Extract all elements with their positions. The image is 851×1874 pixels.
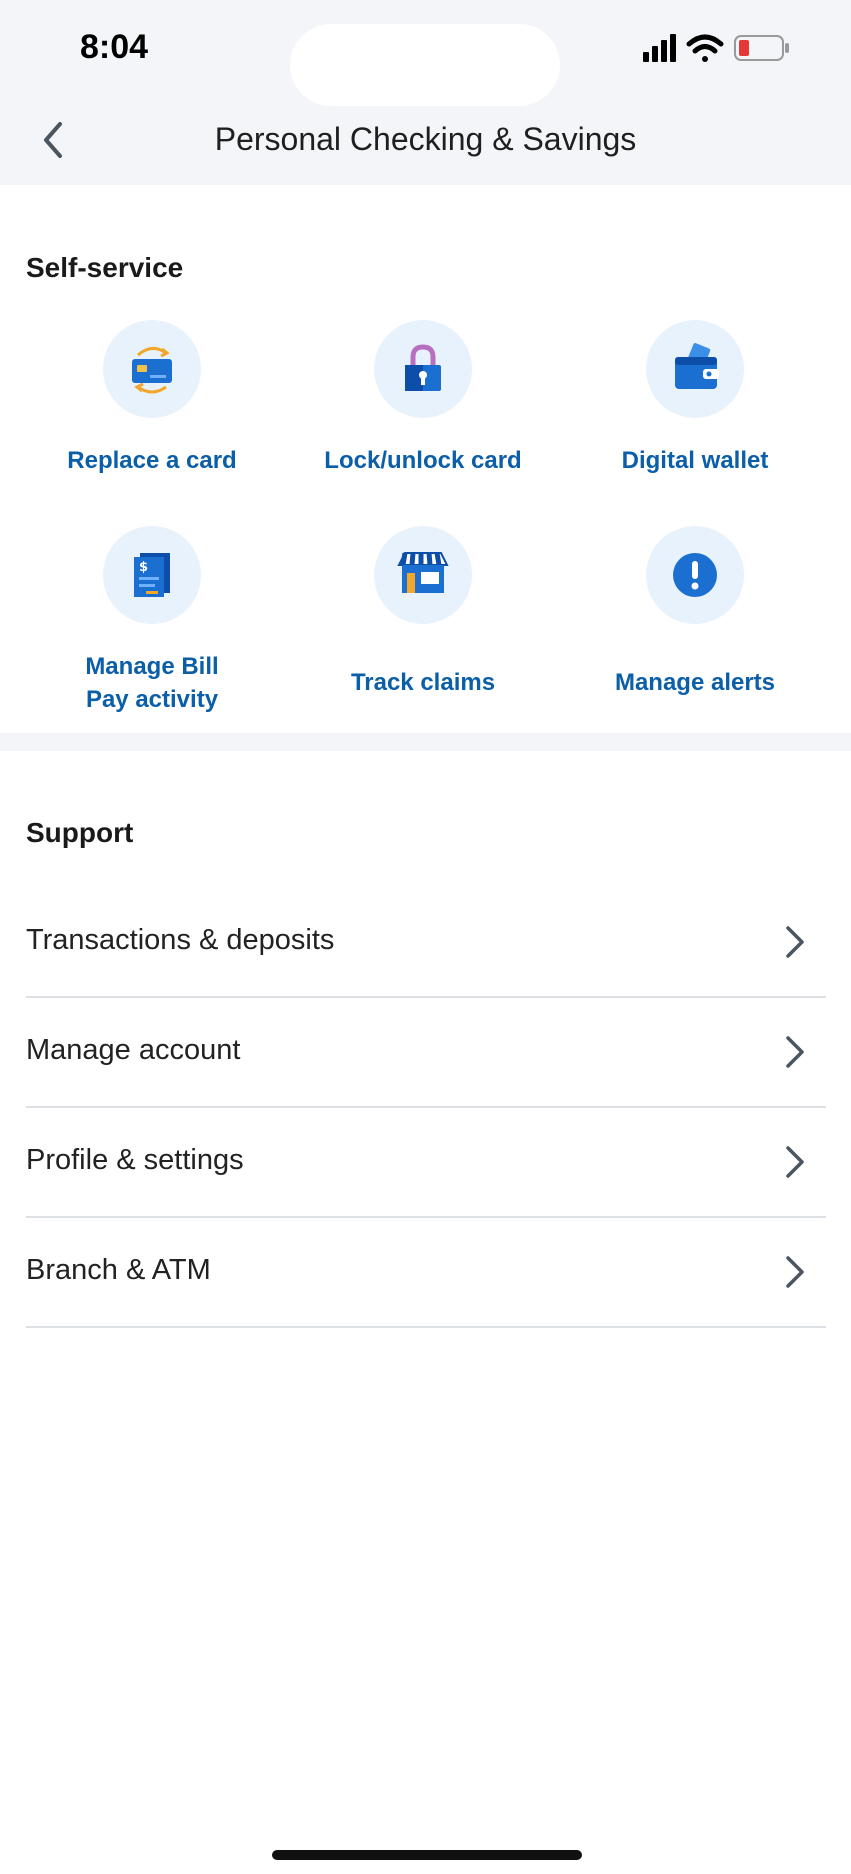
manage-bill-pay-label-line1: Manage Bill [85, 653, 219, 680]
replace-card-label: Replace a card [67, 447, 237, 474]
support-item-label: Manage account [26, 1034, 241, 1066]
home-indicator[interactable] [272, 1850, 582, 1860]
track-claims-tile[interactable]: Track claims [288, 526, 558, 699]
support-heading: Support [26, 817, 134, 848]
lock-unlock-card-tile[interactable]: Lock/unlock card [288, 320, 558, 477]
wallet-icon [646, 320, 744, 418]
support-item-label: Profile & settings [26, 1144, 244, 1176]
support-item-transactions-deposits[interactable]: Transactions & deposits [26, 888, 826, 998]
digital-wallet-label: Digital wallet [621, 447, 769, 474]
manage-bill-pay-label: Manage Bill Pay activity [17, 650, 287, 716]
support-item-label: Branch & ATM [26, 1254, 211, 1286]
lock-unlock-card-label: Lock/unlock card [324, 447, 522, 474]
status-time: 8:04 [80, 28, 149, 66]
alert-icon [646, 526, 744, 624]
manage-alerts-label: Manage alerts [614, 669, 776, 696]
dynamic-island [290, 24, 560, 106]
battery-icon [734, 35, 789, 61]
chevron-right-icon [786, 1146, 804, 1178]
section-divider [0, 733, 851, 751]
support-item-branch-atm[interactable]: Branch & ATM [26, 1218, 826, 1328]
track-claims-label: Track claims [350, 669, 496, 696]
bill-icon: $ [103, 526, 201, 624]
manage-bill-pay-tile[interactable]: $ Manage Bill Pay activity [17, 526, 287, 716]
svg-text:$: $ [139, 560, 148, 575]
status-icons [643, 34, 789, 62]
lock-icon [374, 320, 472, 418]
store-icon [374, 526, 472, 624]
chevron-right-icon [786, 926, 804, 958]
chevron-right-icon [786, 1256, 804, 1288]
manage-bill-pay-label-line2: Pay activity [85, 686, 219, 713]
wifi-icon [686, 34, 724, 62]
chevron-right-icon [786, 1036, 804, 1068]
signal-icon [643, 34, 676, 62]
page-title: Personal Checking & Savings [214, 121, 637, 157]
row-divider [26, 1326, 826, 1328]
manage-alerts-tile[interactable]: Manage alerts [560, 526, 830, 699]
self-service-heading: Self-service [26, 252, 184, 283]
replace-card-tile[interactable]: Replace a card [17, 320, 287, 477]
replace-card-icon [103, 320, 201, 418]
digital-wallet-tile[interactable]: Digital wallet [560, 320, 830, 477]
support-item-profile-settings[interactable]: Profile & settings [26, 1108, 826, 1218]
support-item-manage-account[interactable]: Manage account [26, 998, 826, 1108]
support-item-label: Transactions & deposits [26, 924, 335, 956]
